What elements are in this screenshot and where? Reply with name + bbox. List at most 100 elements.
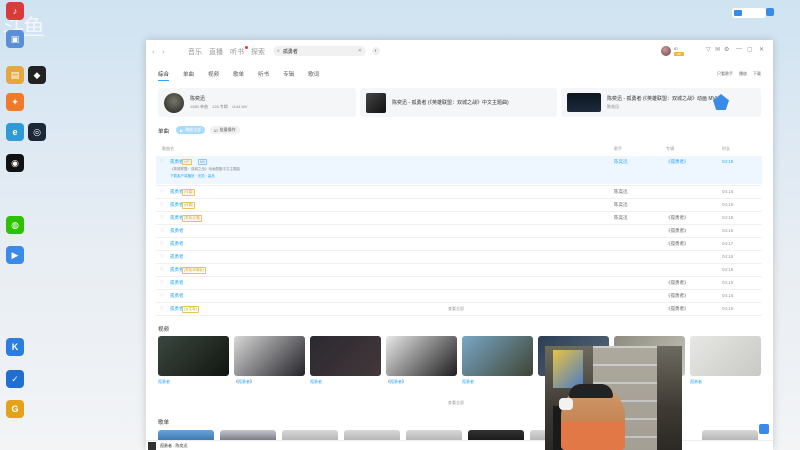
app-icon-edge[interactable]: e [6,123,24,141]
song-quality-line[interactable]: 下载客户端播放 · 无损 · 高品 [170,174,215,179]
nav-live[interactable]: 直播 [209,47,223,57]
app-icon-steam[interactable]: ◎ [28,123,46,141]
app-icon-video[interactable]: ▶ [6,246,24,264]
video-thumbnail[interactable] [234,336,305,376]
maximize-button[interactable]: ▢ [747,46,753,53]
song-artist[interactable]: 陈奕迅 [614,189,628,195]
download-link[interactable]: 下载 [753,71,761,77]
video-caption[interactable]: 《孤勇者》 [234,379,305,385]
video-card[interactable]: 孤勇者 [462,336,533,387]
now-playing-cover[interactable] [148,442,156,450]
mv-card[interactable]: 陈奕迅 - 孤勇者 (《英雄联盟：双城之战》动画 MV) 陈奕迅 [561,88,761,117]
video-card[interactable]: 《孤勇者》 [386,336,457,387]
search-input[interactable]: ⌕ 孤勇者 ✕ [273,46,366,56]
video-thumbnail[interactable] [386,336,457,376]
heart-icon[interactable]: ♡ [160,215,164,221]
song-album[interactable]: 《孤勇者》 [666,293,689,299]
tab-lyrics[interactable]: 歌词 [308,70,319,78]
row-divider [156,315,762,316]
videos-more-link[interactable]: 查看全部 [448,400,464,406]
tray-widget[interactable] [732,8,766,18]
app-icon-pc[interactable]: ▣ [6,30,24,48]
app-icon-fire[interactable]: ✦ [6,93,24,111]
app-icon-kugou[interactable]: K [6,338,24,356]
video-caption[interactable]: 孤勇者 [462,379,533,385]
heart-icon[interactable]: ♡ [160,228,164,234]
tab-playlists[interactable]: 歌单 [233,70,244,78]
batch-button[interactable]: ☑ 批量操作 [210,126,240,134]
app-icon-red[interactable]: ♪ [6,2,24,20]
artist-card[interactable]: 陈奕迅 1580 单曲 128 专辑 1144 MV [158,88,356,117]
heart-icon[interactable]: ♡ [160,267,164,273]
user-avatar[interactable] [661,46,671,56]
app-icon-ue[interactable]: ◆ [28,66,46,84]
tab-songs[interactable]: 单曲 [183,70,194,78]
heart-icon[interactable]: ♡ [160,189,164,195]
settings-icon[interactable]: ⚙ [724,46,729,53]
song-album[interactable]: 《孤勇者》 [666,215,689,221]
song-title[interactable]: 孤勇者 [170,241,184,247]
song-album[interactable]: 《孤勇者》 [666,306,689,312]
chat-icon[interactable] [759,424,769,434]
video-caption[interactable]: 《孤勇者》 [386,379,457,385]
song-card[interactable]: 陈奕迅 - 孤勇者 (《英雄联盟：双城之战》中文主题曲) [360,88,557,117]
video-caption[interactable]: 孤勇者 [310,379,381,385]
video-caption[interactable]: 孤勇者 [690,379,761,385]
song-album[interactable]: 《孤勇者》 [666,241,689,247]
skin-icon[interactable]: ▽ [706,46,711,53]
minimize-button[interactable]: — [736,46,742,52]
forward-arrow-icon[interactable]: › [162,47,165,56]
video-thumbnail[interactable] [158,336,229,376]
nav-audiobook[interactable]: 听书 [230,47,244,57]
heart-icon[interactable]: ♡ [160,159,164,165]
tab-albums[interactable]: 专辑 [283,70,294,78]
app-icon-qq[interactable]: ◉ [6,154,24,172]
song-artist[interactable]: 陈奕迅 [614,215,628,221]
table-row[interactable]: ♡ 孤勇者 VIP MV 陈奕迅 《孤勇者》 04:16 《英雄联盟：双城之战》动画剧集中文主… [156,156,762,184]
vip-badge[interactable]: VIP [674,52,684,56]
video-caption[interactable]: 孤勇者 [158,379,229,385]
song-title[interactable]: 孤勇者 [170,280,184,286]
heart-icon[interactable]: ♡ [160,280,164,286]
tab-audiobooks[interactable]: 听书 [258,70,269,78]
message-icon[interactable]: ✉ [715,46,720,53]
video-thumbnail[interactable] [310,336,381,376]
heart-icon[interactable]: ♡ [160,306,164,312]
song-title[interactable]: 孤勇者 [170,228,184,234]
nav-music[interactable]: 音乐 [188,47,202,57]
song-album[interactable]: 《孤勇者》 [666,228,689,234]
tray-shield-icon[interactable] [766,8,774,16]
app-icon-game[interactable]: G [6,400,24,418]
song-title[interactable]: 孤勇者 [170,293,184,299]
song-album[interactable]: 《孤勇者》 [666,280,689,286]
song-title[interactable]: 孤勇者 [170,254,184,260]
heart-icon[interactable]: ♡ [160,254,164,260]
voice-search-icon[interactable]: ◐ [372,47,380,55]
play-all-button[interactable]: ▶ 播放全部 [176,126,206,134]
tab-videos[interactable]: 视频 [208,70,219,78]
song-album[interactable]: 《孤勇者》 [666,159,689,165]
clear-icon[interactable]: ✕ [358,48,362,54]
app-icon-wechat[interactable]: ◍ [6,216,24,234]
play-link[interactable]: 播放 [739,71,747,77]
singer-only-link[interactable]: 只看歌手 [717,71,733,77]
video-card[interactable]: 《孤勇者》 [234,336,305,387]
video-card[interactable]: 孤勇者 [158,336,229,387]
heart-icon[interactable]: ♡ [160,241,164,247]
video-thumbnail[interactable] [462,336,533,376]
video-thumbnail[interactable] [690,336,761,376]
app-icon-folder[interactable]: ▤ [6,66,24,84]
video-card[interactable]: 孤勇者 [690,336,761,387]
tab-all[interactable]: 综合 [158,70,170,81]
nav-explore[interactable]: 探索 [251,47,265,57]
back-arrow-icon[interactable]: ‹ [152,47,155,56]
user-name[interactable]: ID [674,46,678,51]
video-card[interactable]: 孤勇者 [310,336,381,387]
heart-icon[interactable]: ♡ [160,293,164,299]
song-artist[interactable]: 陈奕迅 [614,202,628,208]
close-button[interactable]: ✕ [759,46,764,53]
songs-more-link[interactable]: 查看全部 [448,306,464,312]
song-artist[interactable]: 陈奕迅 [614,159,628,165]
heart-icon[interactable]: ♡ [160,202,164,208]
app-icon-task[interactable]: ✓ [6,370,24,388]
